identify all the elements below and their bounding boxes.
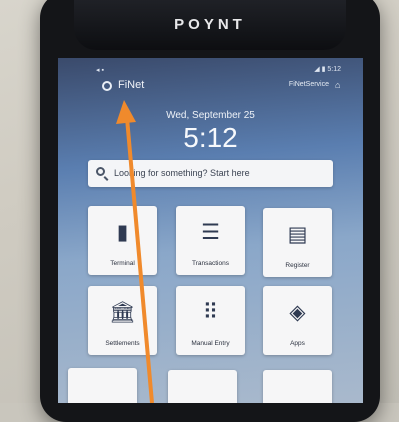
arrow-shaft: [125, 117, 154, 403]
annotation-arrow: [116, 100, 154, 403]
arrow-head: [116, 100, 136, 124]
